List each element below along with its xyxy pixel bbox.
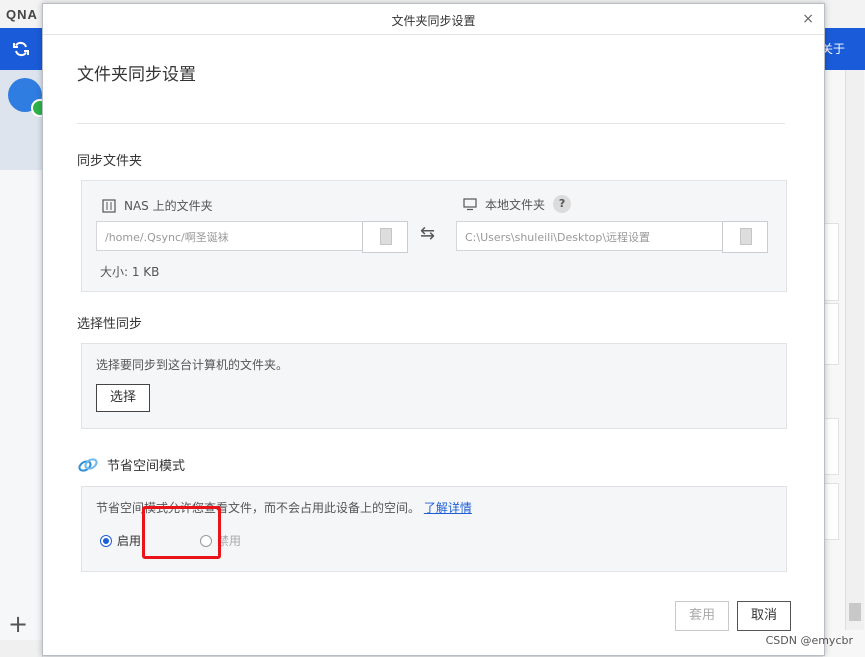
folder-size-label: 大小: 1 KB — [100, 265, 160, 279]
swap-icon: ⇆ — [420, 223, 436, 244]
nas-path-value: /home/.Qsync/啊圣诞袜 — [105, 231, 229, 244]
background-scrollbar[interactable] — [845, 70, 864, 630]
nas-folder-label-text: NAS 上的文件夹 — [124, 199, 213, 213]
local-folder-label-text: 本地文件夹 — [485, 197, 546, 212]
divider — [77, 123, 785, 124]
selective-sync-section-title: 选择性同步 — [77, 317, 143, 332]
cancel-button[interactable]: 取消 — [737, 601, 791, 631]
space-saving-title-text: 节省空间模式 — [107, 459, 186, 474]
close-icon[interactable]: × — [802, 11, 814, 27]
about-tab[interactable]: 关于 — [823, 28, 865, 70]
page-title: 文件夹同步设置 — [77, 65, 196, 85]
help-icon[interactable]: ? — [553, 195, 572, 213]
space-saving-section-title: 节省空间模式 — [77, 455, 185, 474]
background-card — [823, 418, 839, 475]
nas-path-field[interactable]: /home/.Qsync/啊圣诞袜 — [96, 221, 408, 253]
sync-folder-section-title: 同步文件夹 — [77, 154, 143, 169]
radio-enable-label: 启用 — [117, 534, 142, 548]
nas-folder-label: NAS 上的文件夹 — [102, 197, 213, 214]
dialog-window-title: 文件夹同步设置 — [391, 14, 476, 28]
selective-sync-hint: 选择要同步到这台计算机的文件夹。 — [96, 358, 289, 372]
red-annotation-box — [142, 506, 221, 559]
watermark: CSDN @emycbr — [765, 634, 853, 647]
background-sidebar: + — [0, 28, 49, 657]
background-card — [823, 483, 839, 540]
monitor-icon — [463, 198, 477, 211]
folder-icon — [740, 228, 752, 245]
nas-icon — [102, 198, 116, 213]
horizontal-scrollbar[interactable] — [0, 640, 42, 657]
selective-sync-panel: 选择要同步到这台计算机的文件夹。 选择 — [81, 343, 787, 429]
folder-icon — [380, 228, 392, 245]
nas-browse-button[interactable] — [362, 221, 408, 253]
add-icon[interactable]: + — [8, 610, 28, 638]
folder-sync-settings-dialog: 文件夹同步设置 × 文件夹同步设置 同步文件夹 NAS 上的文件夹 /home/… — [42, 3, 825, 656]
local-browse-button[interactable] — [722, 221, 768, 253]
local-folder-label: 本地文件夹 ? — [463, 195, 572, 213]
local-path-value: C:\Users\shuleili\Desktop\远程设置 — [465, 231, 651, 244]
sync-folder-panel: NAS 上的文件夹 /home/.Qsync/啊圣诞袜 ⇆ 本地文件夹 ? C:… — [81, 180, 787, 292]
app-logo: QNA — [6, 7, 38, 22]
apply-button[interactable]: 套用 — [675, 601, 729, 631]
background-card — [823, 303, 839, 365]
radio-selected-icon — [100, 534, 112, 547]
local-path-field[interactable]: C:\Users\shuleili\Desktop\远程设置 — [456, 221, 768, 253]
radio-enable[interactable]: 启用 — [100, 532, 141, 549]
background-card — [823, 223, 839, 301]
select-button[interactable]: 选择 — [96, 384, 150, 412]
dialog-titlebar: 文件夹同步设置 × — [43, 4, 824, 35]
learn-more-link[interactable]: 了解详情 — [424, 501, 472, 515]
sync-icon[interactable] — [0, 28, 42, 70]
scrollbar-thumb[interactable] — [849, 603, 861, 621]
cloud-link-icon — [78, 457, 98, 472]
